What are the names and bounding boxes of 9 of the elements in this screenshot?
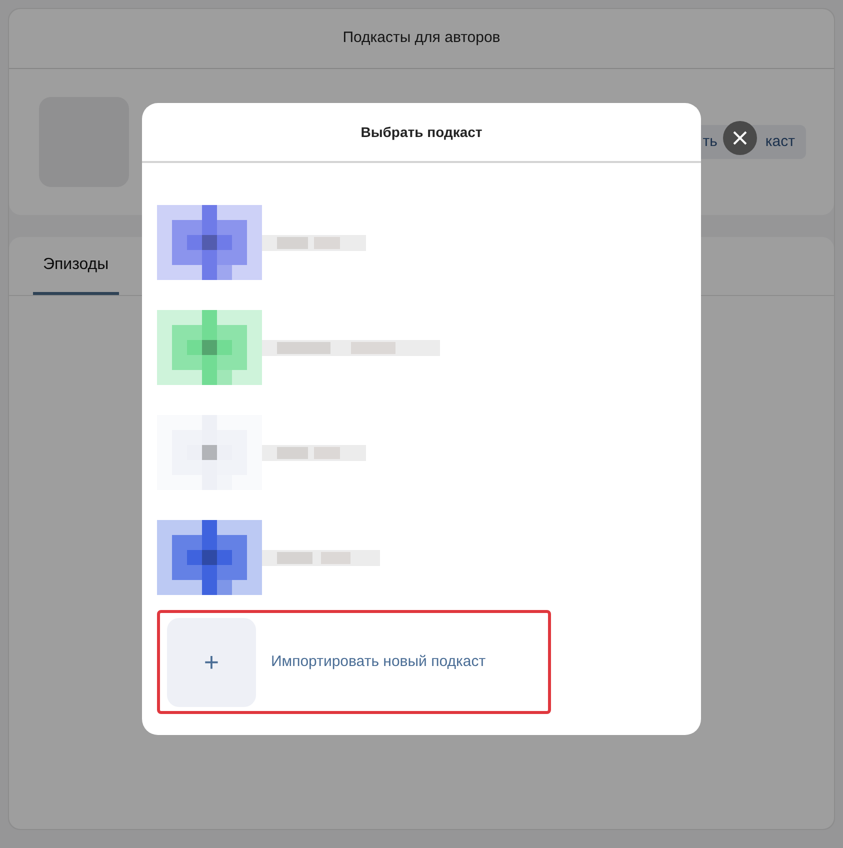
close-icon (732, 130, 748, 146)
plus-icon: + (204, 642, 220, 682)
import-podcast-item[interactable]: + Импортировать новый подкаст (157, 610, 551, 714)
button-text-fragment: ть (702, 132, 718, 152)
import-label: Импортировать новый подкаст (271, 652, 486, 672)
dialog-title: Выбрать подкаст (360, 122, 482, 142)
tab[interactable]: Эпизоды (33, 237, 119, 295)
page-title: Подкасты для авторов (342, 28, 500, 48)
button-text-fragment: каст (765, 132, 795, 152)
